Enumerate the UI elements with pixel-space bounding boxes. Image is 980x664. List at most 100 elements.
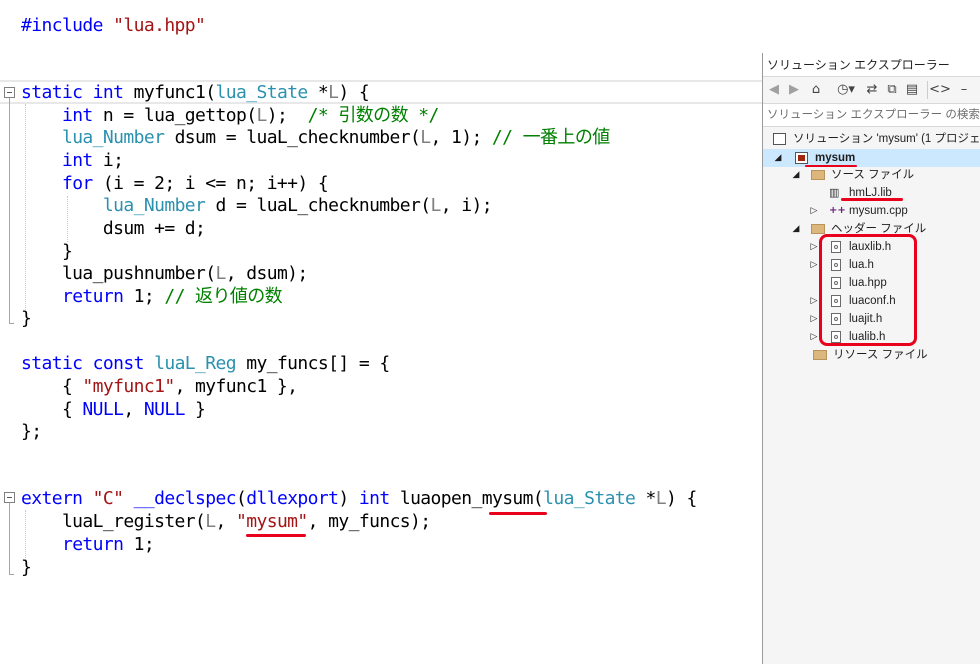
code-token: luaL_register( (21, 511, 206, 532)
code-token: lua_pushnumber( (21, 263, 216, 284)
annotation-underline-luaopen (489, 512, 547, 515)
code-token: "mysum" (236, 511, 308, 532)
back-icon[interactable]: ◀ (765, 81, 783, 99)
code-token: NULL (82, 399, 124, 420)
code-token: "C" (92, 488, 134, 509)
code-token: myfunc1( (133, 82, 217, 103)
code-token: L (215, 263, 227, 284)
collapsed-arrow-icon[interactable]: ▷ (809, 292, 819, 310)
code-token: L (430, 195, 442, 216)
code-token: } (21, 241, 73, 262)
expand-arrow-icon[interactable]: ◢ (791, 220, 801, 238)
code-token: L (655, 488, 667, 509)
tree-item-solution[interactable]: ソリューション 'mysum' (1 プロジェクト) (773, 130, 980, 148)
code-line[interactable]: }; (21, 420, 42, 443)
code-line[interactable]: return 1; (21, 533, 155, 556)
code-token: int (61, 105, 103, 126)
code-token: }; (21, 421, 42, 442)
code-line[interactable]: for (i = 2; i <= n; i++) { (21, 172, 329, 195)
code-editor[interactable]: #include "lua.hpp" static int myfunc1(lua… (0, 0, 762, 664)
fold-line (9, 98, 10, 323)
fold-end (9, 323, 14, 324)
code-line[interactable]: { "myfunc1", myfunc1 }, (21, 375, 298, 398)
code-token: ) { (666, 488, 697, 509)
sync-icon[interactable]: ⇄ (863, 81, 881, 99)
code-token: L (205, 511, 216, 532)
collapsed-arrow-icon[interactable]: ▷ (809, 202, 819, 220)
collapse-all-icon[interactable]: ⧉ (883, 81, 901, 99)
code-line[interactable]: lua_Number d = luaL_checknumber(L, i); (21, 194, 493, 217)
code-token: 1; (133, 286, 165, 307)
code-token: my_funcs[] = { (246, 353, 390, 374)
expand-arrow-icon[interactable]: ◢ (773, 149, 783, 167)
code-token: * (317, 82, 329, 103)
code-token: * (645, 488, 657, 509)
code-token: int (92, 82, 134, 103)
project-icon (795, 152, 808, 164)
code-token: lua_State (543, 488, 646, 509)
code-line[interactable]: int i; (21, 149, 124, 172)
code-token: dllexport (246, 488, 339, 509)
code-token: #include (21, 15, 114, 36)
code-line[interactable]: int n = lua_gettop(L); /* 引数の数 */ (21, 104, 439, 127)
solution-icon (773, 133, 786, 145)
code-line[interactable]: luaL_register(L, "mysum", my_funcs); (21, 510, 431, 533)
code-token: /* 引数の数 */ (307, 105, 440, 126)
code-token: return (61, 534, 134, 555)
code-token: L (420, 127, 431, 148)
code-line[interactable]: extern "C" __declspec(dllexport) int lua… (21, 487, 697, 510)
annotation-underline-lib (841, 198, 903, 201)
code-line[interactable]: #include "lua.hpp" (21, 14, 206, 37)
code-token: n = lua_gettop( (102, 105, 257, 126)
tree-item-resource-folder[interactable]: リソース ファイル (811, 346, 928, 364)
code-token: extern (21, 488, 93, 509)
fold-toggle-luaopen[interactable] (4, 492, 15, 503)
code-token: , i); (440, 195, 493, 216)
code-token: L (256, 105, 267, 126)
collapsed-arrow-icon[interactable]: ▷ (809, 238, 819, 256)
forward-icon[interactable]: ▶ (785, 81, 803, 99)
code-token: int (358, 488, 400, 509)
code-token: ( (236, 488, 247, 509)
code-token: lua_State (215, 82, 318, 103)
fold-end (9, 574, 14, 575)
fold-toggle-myfunc1[interactable] (4, 87, 15, 98)
cpp-file-icon: ++ (829, 205, 846, 216)
tree-item-source-folder[interactable]: ◢ ソース ファイル (791, 166, 915, 184)
code-token: for (61, 173, 103, 194)
code-line[interactable]: lua_pushnumber(L, dsum); (21, 262, 308, 285)
code-line[interactable]: } (21, 556, 32, 579)
code-line[interactable]: return 1; // 返り値の数 (21, 285, 283, 308)
code-token: NULL (143, 399, 186, 420)
code-line[interactable]: } (21, 307, 32, 330)
code-line[interactable]: lua_Number dsum = luaL_checknumber(L, 1)… (21, 126, 610, 149)
code-token: } (184, 399, 206, 420)
minus-icon[interactable]: – (955, 81, 973, 99)
code-token: , my_funcs); (307, 511, 431, 532)
code-token: , 1); (430, 127, 492, 148)
collapsed-arrow-icon[interactable]: ▷ (809, 310, 819, 328)
code-token: lua_Number (102, 195, 216, 216)
collapsed-arrow-icon[interactable]: ▷ (809, 256, 819, 274)
tree-item-file[interactable]: ▷ ++ mysum.cpp (809, 202, 908, 220)
history-icon[interactable]: ◷▾ (833, 81, 859, 99)
code-line[interactable]: } (21, 240, 73, 263)
solution-explorer-search-input[interactable]: ソリューション エクスプローラー の検索 (Ctrl+;) (763, 103, 980, 127)
collapsed-arrow-icon[interactable]: ▷ (809, 328, 819, 346)
code-line[interactable]: static int myfunc1(lua_State *L) { (21, 81, 370, 104)
code-view-icon[interactable]: <> (927, 81, 952, 99)
code-line[interactable]: { NULL, NULL } (21, 398, 206, 421)
solution-explorer-toolbar: ◀ ▶ ⌂ ◷▾ ⇄ ⧉ ▤ <> – (763, 77, 980, 103)
code-token: const (92, 353, 155, 374)
code-token: static (21, 82, 93, 103)
expand-arrow-icon[interactable]: ◢ (791, 166, 801, 184)
show-all-files-icon[interactable]: ▤ (903, 81, 921, 99)
code-line[interactable]: dsum += d; (21, 217, 206, 240)
code-line[interactable]: static const luaL_Reg my_funcs[] = { (21, 352, 390, 375)
home-icon[interactable]: ⌂ (807, 81, 825, 99)
code-token: 1; (133, 534, 155, 555)
code-token: (i = 2; i <= n; i++) { (102, 173, 329, 194)
